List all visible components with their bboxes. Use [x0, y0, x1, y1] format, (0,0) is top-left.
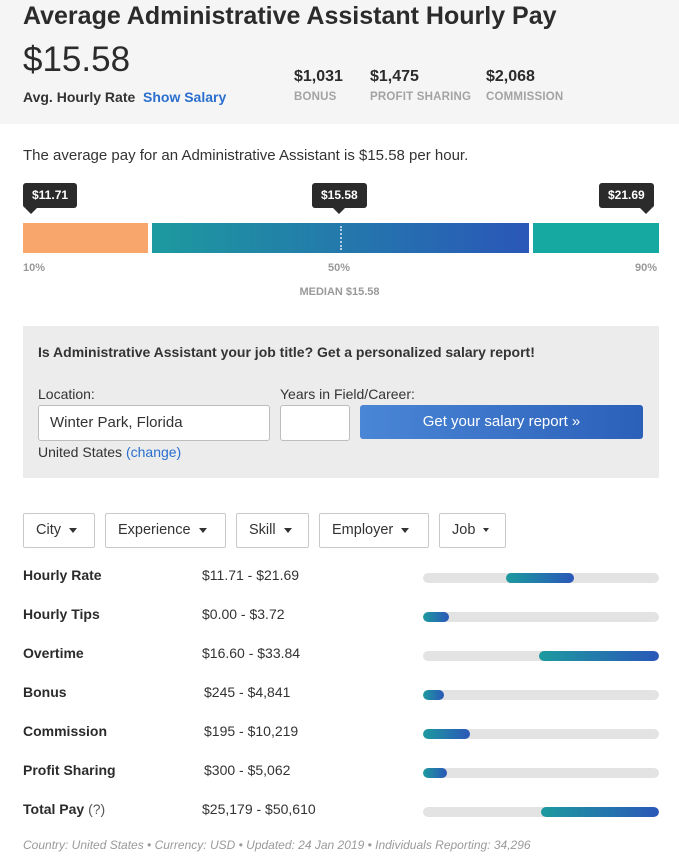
- commission-bar: [423, 729, 659, 739]
- help-icon[interactable]: (?): [88, 801, 105, 817]
- bonus-row-label: Bonus: [23, 684, 67, 700]
- p90-label: 90%: [635, 262, 658, 274]
- hourly-tips-bar-fill: [423, 612, 449, 622]
- hourly-rate-bar: [423, 573, 659, 583]
- profit-sharing-bar-fill: [423, 768, 447, 778]
- profit-sharing-amount: $1,475: [370, 68, 419, 85]
- profit-sharing-label: PROFIT SHARING: [370, 91, 472, 103]
- hourly-rate-range: $11.71 - $21.69: [202, 567, 300, 583]
- hourly-rate-label: Hourly Rate: [23, 567, 102, 583]
- bonus-stat: $1,031 BONUS: [294, 68, 343, 103]
- average-hourly-rate-label: Avg. Hourly Rate: [23, 89, 136, 105]
- city-filter-dropdown[interactable]: City: [23, 513, 95, 548]
- caret-down-icon: [401, 527, 410, 533]
- employer-filter-label: Employer: [332, 522, 394, 538]
- location-label: Location:: [38, 386, 95, 402]
- median-marker: [340, 226, 342, 250]
- high-percentile-bar: [533, 223, 659, 253]
- years-label: Years in Field/Career:: [280, 386, 415, 402]
- p50-label: 50%: [328, 262, 351, 274]
- median-label: MEDIAN $15.58: [299, 286, 380, 298]
- job-filter-dropdown[interactable]: Job: [439, 513, 506, 548]
- overtime-range: $16.60 - $33.84: [202, 645, 301, 661]
- profit-sharing-bar: [423, 768, 659, 778]
- salary-report-form: Is Administrative Assistant your job tit…: [23, 326, 659, 478]
- p90-tooltip: $21.69: [599, 183, 654, 214]
- page-title: Average Administrative Assistant Hourly …: [23, 2, 557, 30]
- p10-label: 10%: [23, 262, 46, 274]
- commission-stat: $2,068 COMMISSION: [486, 68, 563, 103]
- change-country-link[interactable]: (change): [126, 444, 181, 460]
- hourly-rate-bar-fill: [505, 573, 575, 583]
- bonus-range: $245 - $4,841: [204, 684, 291, 700]
- data-source-footer: Country: United States • Currency: USD •…: [23, 838, 531, 852]
- overtime-label: Overtime: [23, 645, 84, 661]
- median-tooltip: $15.58: [312, 183, 367, 214]
- hourly-tips-label: Hourly Tips: [23, 606, 100, 622]
- profit-sharing-range: $300 - $5,062: [204, 762, 291, 778]
- experience-filter-label: Experience: [118, 522, 191, 538]
- skill-filter-label: Skill: [249, 522, 276, 538]
- city-filter-label: City: [36, 522, 61, 538]
- experience-filter-dropdown[interactable]: Experience: [105, 513, 226, 548]
- bonus-bar-fill: [423, 690, 445, 700]
- caret-down-icon: [283, 527, 292, 533]
- years-input[interactable]: [280, 405, 350, 441]
- p10-tooltip: $11.71: [23, 183, 78, 214]
- skill-filter-dropdown[interactable]: Skill: [236, 513, 309, 548]
- commission-amount: $2,068: [486, 68, 535, 85]
- location-input[interactable]: Winter Park, Florida: [38, 405, 270, 441]
- caret-down-icon: [198, 527, 207, 533]
- total-pay-range: $25,179 - $50,610: [202, 801, 316, 817]
- total-pay-label: Total Pay (?): [23, 801, 105, 817]
- hourly-tips-range: $0.00 - $3.72: [202, 606, 285, 622]
- hourly-tips-bar: [423, 612, 659, 622]
- pay-summary-text: The average pay for an Administrative As…: [23, 147, 469, 164]
- report-form-heading: Is Administrative Assistant your job tit…: [38, 344, 535, 360]
- bonus-label: BONUS: [294, 91, 337, 103]
- caret-down-icon: [483, 528, 490, 533]
- average-hourly-rate: $15.58: [23, 40, 131, 79]
- country-name: United States: [38, 444, 123, 460]
- get-salary-report-button[interactable]: Get your salary report »: [360, 405, 643, 439]
- overtime-bar: [423, 651, 659, 661]
- total-pay-text: Total Pay: [23, 801, 85, 817]
- commission-bar-fill: [423, 729, 471, 739]
- bonus-bar: [423, 690, 659, 700]
- commission-row-label: Commission: [23, 723, 108, 739]
- job-filter-label: Job: [452, 522, 476, 538]
- country-line: United States (change): [38, 444, 181, 460]
- total-pay-bar-fill: [541, 807, 659, 817]
- low-percentile-bar: [23, 223, 148, 253]
- caret-down-icon: [68, 527, 77, 533]
- commission-range: $195 - $10,219: [204, 723, 299, 739]
- profit-sharing-stat: $1,475 PROFIT SHARING: [370, 68, 471, 103]
- show-salary-link[interactable]: Show Salary: [143, 89, 226, 105]
- profit-sharing-row-label: Profit Sharing: [23, 762, 116, 778]
- overtime-bar-fill: [538, 651, 659, 661]
- commission-label: COMMISSION: [486, 91, 564, 103]
- total-pay-bar: [423, 807, 659, 817]
- bonus-amount: $1,031: [294, 68, 343, 85]
- salary-header: Average Administrative Assistant Hourly …: [0, 0, 679, 124]
- employer-filter-dropdown[interactable]: Employer: [319, 513, 429, 548]
